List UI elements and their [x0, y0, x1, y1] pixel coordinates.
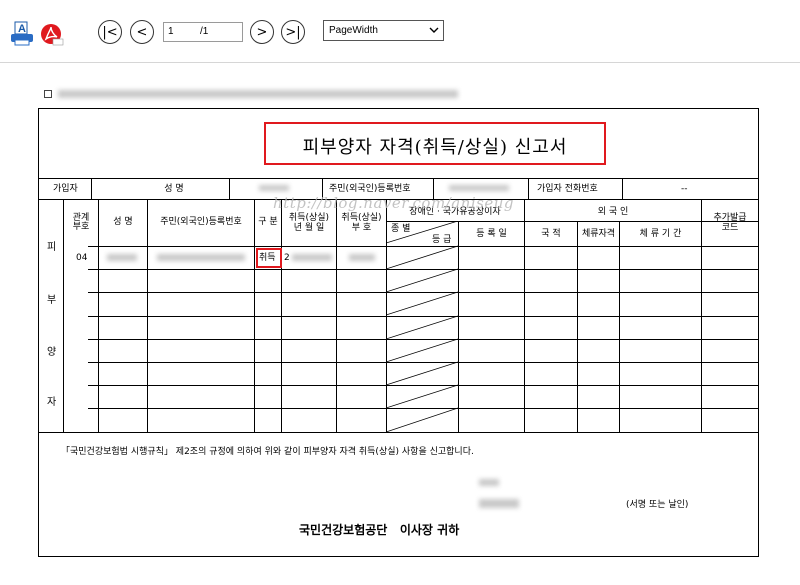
page-number-input[interactable]: 1 /1 [163, 22, 243, 42]
col-extra-code-2: 코드 [721, 223, 739, 233]
watermark-text: http://blog.naver.com/aniseug [273, 194, 514, 212]
disabled-column-diagonals [386, 221, 458, 432]
redacted-dependent-name [107, 254, 137, 261]
side-label-2: 부 [47, 295, 57, 306]
toolbar-divider [0, 62, 800, 63]
row1-relation-code: 04 [76, 253, 88, 263]
form-reference-line [44, 89, 464, 101]
subscriber-label: 가입자 [53, 184, 78, 194]
col-date: 취득(상실) [288, 213, 330, 223]
total-pages: /1 [200, 26, 209, 37]
form-document: 피부양자 자격(취득/상실) 신고서 가입자 성 명 주민(외국인)등록번호 가… [38, 108, 759, 557]
col-disabled-grade: 등 급 [432, 235, 452, 245]
redacted-subscriber-rrn [449, 185, 509, 191]
redacted-date-year [479, 479, 499, 486]
col-disabled-kind: 종 별 [391, 224, 411, 234]
sign-note: (서명 또는 날인) [626, 500, 689, 510]
phone-label: 가입자 전화번호 [537, 184, 598, 194]
current-page: 1 [168, 26, 174, 37]
svg-text:A: A [18, 23, 26, 35]
redacted-dependent-rrn [157, 254, 245, 261]
redacted-date [292, 254, 332, 261]
checkbox-icon [44, 90, 52, 98]
addressee: 국민건강보험공단 이사장 귀하 [299, 523, 460, 537]
col-nationality: 국 적 [541, 229, 561, 239]
col-stay-status: 체류자격 [581, 229, 616, 239]
prev-page-button[interactable]: < [130, 20, 154, 44]
name-label: 성 명 [164, 184, 184, 194]
redacted-reference [58, 90, 458, 98]
pdf-icon[interactable] [39, 21, 67, 47]
rrn-label: 주민(외국인)등록번호 [329, 184, 411, 194]
side-label-1: 피 [47, 242, 57, 253]
form-title: 피부양자 자격(취득/상실) 신고서 [302, 137, 568, 158]
phone-value: -- [681, 184, 688, 194]
col-rrn: 주민(외국인)등록번호 [160, 217, 242, 227]
col-reg-date: 등 록 일 [476, 229, 507, 239]
title-highlight: 피부양자 자격(취득/상실) 신고서 [264, 122, 606, 165]
col-relation-code-2: 부호 [72, 222, 90, 232]
row1-date-prefix: 2 [284, 253, 290, 263]
redacted-signer [479, 499, 519, 508]
col-code-2: 부 호 [351, 223, 372, 233]
zoom-select[interactable]: PageWidth [323, 20, 444, 41]
chevron-down-icon [429, 21, 439, 47]
col-stay-period: 체 류 기 간 [639, 229, 682, 239]
declaration-text: 「국민건강보험법 시행규칙」 제2조의 규정에 의하여 위와 같이 피부양자 자… [61, 447, 474, 457]
first-page-button[interactable]: |< [98, 20, 122, 44]
col-code: 취득(상실) [341, 213, 382, 223]
col-date-2: 년 월 일 [293, 223, 325, 233]
last-page-button[interactable]: >| [281, 20, 305, 44]
viewer-toolbar: A |< < 1 /1 > >| PageWidth [0, 0, 800, 60]
print-icon[interactable]: A [9, 19, 37, 47]
side-label-3: 양 [47, 347, 57, 358]
col-extra-code: 추가발급 [713, 213, 747, 223]
col-name: 성 명 [113, 217, 133, 227]
col-foreigner: 외 국 인 [597, 207, 629, 217]
zoom-value: PageWidth [329, 25, 378, 36]
redacted-subscriber-name [259, 185, 289, 191]
col-type: 구 분 [258, 217, 278, 227]
next-page-button[interactable]: > [250, 20, 274, 44]
row1-type: 취득 [259, 253, 276, 263]
redacted-code [349, 254, 375, 261]
side-label-4: 자 [47, 397, 57, 408]
